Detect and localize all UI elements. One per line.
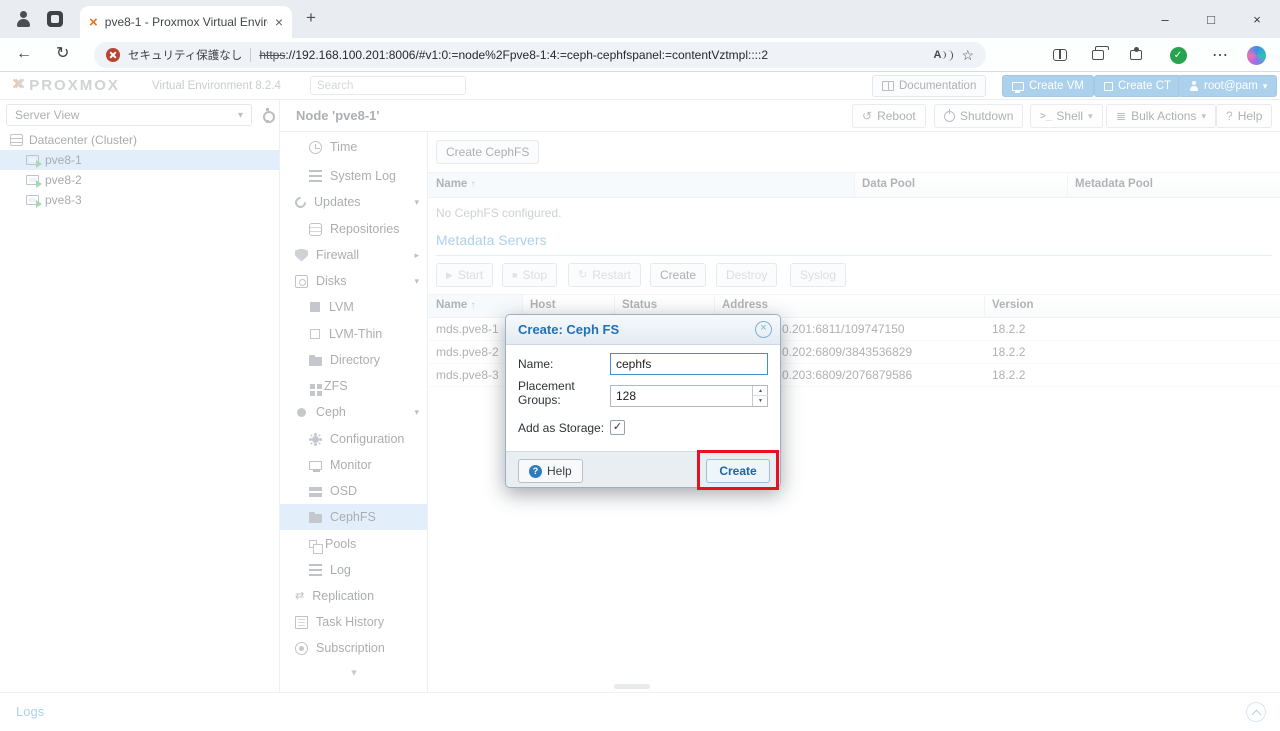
dialog-title: Create: Ceph FS	[518, 322, 619, 337]
browser-tab[interactable]: × pve8-1 - Proxmox Virtual Environ ×	[80, 6, 292, 38]
adblock-extension-icon[interactable]: ✓	[1168, 45, 1188, 65]
security-label[interactable]: セキュリティ保護なし	[128, 47, 242, 63]
tab-title: pve8-1 - Proxmox Virtual Environ	[105, 15, 268, 29]
browser-titlebar: × pve8-1 - Proxmox Virtual Environ × + –…	[0, 0, 1280, 38]
screen: × pve8-1 - Proxmox Virtual Environ × + –…	[0, 0, 1280, 731]
spin-down-icon[interactable]: ▼	[753, 396, 768, 406]
name-field[interactable]	[610, 353, 768, 375]
window-maximize-button[interactable]: □	[1188, 0, 1234, 38]
copilot-icon[interactable]	[1246, 45, 1266, 65]
collections-icon[interactable]	[1088, 45, 1108, 65]
add-as-storage-label: Add as Storage:	[518, 421, 604, 435]
url-divider	[250, 48, 251, 62]
split-screen-icon[interactable]	[1050, 45, 1070, 65]
placement-groups-label: Placement Groups:	[518, 379, 594, 407]
spinner: ▲ ▼	[752, 386, 767, 406]
placement-groups-field[interactable]: 128 ▲ ▼	[610, 385, 768, 407]
browser-profile-icon[interactable]	[14, 9, 33, 28]
new-tab-button[interactable]: +	[306, 9, 316, 26]
window-controls: – □ ×	[1142, 0, 1280, 38]
not-secure-icon[interactable]	[106, 48, 120, 62]
read-aloud-letter: A	[933, 49, 941, 61]
tab-close-icon[interactable]: ×	[275, 15, 283, 29]
window-minimize-button[interactable]: –	[1142, 0, 1188, 38]
dialog-close-icon[interactable]: ×	[755, 321, 772, 338]
back-icon[interactable]: ←	[16, 46, 32, 62]
more-menu-icon[interactable]: ⋯	[1210, 45, 1230, 65]
workspace-icon[interactable]	[47, 11, 63, 27]
window-close-button[interactable]: ×	[1234, 0, 1280, 38]
address-bar[interactable]: セキュリティ保護なし https://192.168.100.201:8006/…	[94, 42, 986, 68]
read-aloud-icon[interactable]: A	[933, 49, 953, 61]
url-scheme: https	[259, 48, 285, 62]
dialog-help-button[interactable]: ?Help	[518, 459, 583, 483]
name-label: Name:	[518, 357, 553, 371]
extensions-icon[interactable]	[1126, 45, 1146, 65]
question-icon: ?	[529, 465, 542, 478]
annotation-highlight	[697, 450, 779, 490]
favorite-star-icon[interactable]: ☆	[961, 48, 974, 62]
add-as-storage-checkbox[interactable]: ✓	[610, 420, 625, 435]
url-text[interactable]: https://192.168.100.201:8006/#v1:0:=node…	[259, 48, 925, 62]
refresh-icon[interactable]: ↻	[56, 46, 69, 62]
url-rest: ://192.168.100.201:8006/#v1:0:=node%2Fpv…	[285, 48, 768, 62]
placement-groups-value: 128	[616, 389, 636, 403]
browser-toolbar: ← ↻ セキュリティ保護なし https://192.168.100.201:8…	[0, 38, 1280, 72]
proxmox-favicon-icon: ×	[89, 15, 98, 30]
spin-up-icon[interactable]: ▲	[753, 386, 768, 396]
